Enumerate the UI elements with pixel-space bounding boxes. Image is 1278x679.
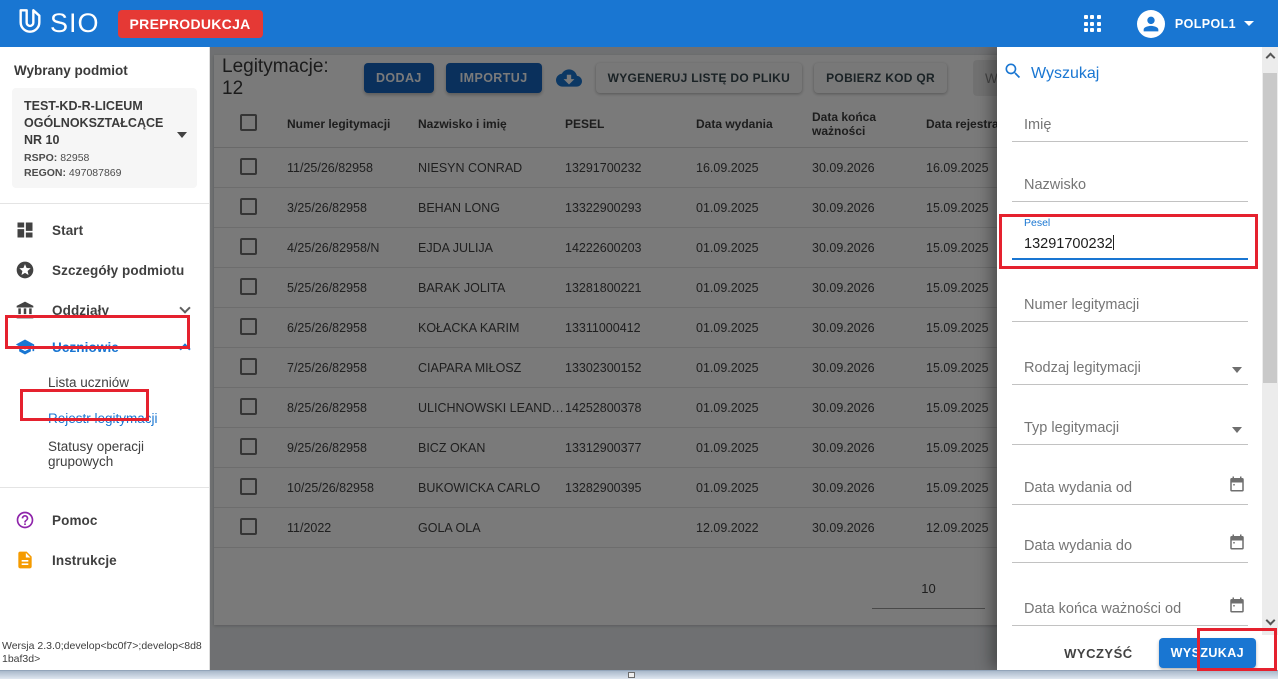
pesel-field-label: Pesel (1024, 217, 1050, 229)
document-icon (15, 550, 35, 570)
sidebar-item-oddzialy[interactable]: Oddziały (0, 290, 209, 330)
environment-badge: PREPRODUKCJA (118, 10, 263, 38)
pesel-field-value: 13291700232 (1024, 235, 1114, 252)
entity-selector[interactable]: TEST-KD-R-LICEUM OGÓLNOKSZTAŁCĄCE NR 10 … (12, 88, 197, 188)
filter-panel-title: Wyszukaj (1031, 65, 1099, 83)
user-avatar[interactable] (1137, 10, 1165, 38)
calendar-icon[interactable] (1228, 475, 1246, 498)
version-text: Wersja 2.3.0;develop<bc0f7>;develop<8d81… (2, 640, 207, 666)
user-menu-caret-icon[interactable] (1244, 21, 1254, 26)
horizontal-scrollbar-thumb[interactable] (628, 672, 635, 678)
wyczysc-button[interactable]: WYCZYŚĆ (1064, 646, 1133, 661)
help-icon (15, 510, 35, 530)
entity-caret-icon (177, 132, 187, 138)
dropdown-caret-icon (1232, 367, 1242, 373)
chevron-up-icon (179, 343, 190, 354)
data-wydania-od-field[interactable]: Data wydania od (1012, 470, 1248, 505)
bank-icon (15, 300, 35, 320)
entity-regon: REGON: 497087869 (24, 167, 171, 179)
sidebar-item-szczegoly-podmiotu[interactable]: Szczegóły podmiotu (0, 250, 209, 290)
scrollbar-thumb[interactable] (1263, 73, 1277, 383)
sidebar-item-lista-uczniow[interactable]: Lista uczniów (0, 364, 209, 400)
entity-rspo: RSPO: 82958 (24, 152, 171, 164)
data-konca-waznosci-od-field[interactable]: Data końca ważności od (1012, 591, 1248, 626)
apps-grid-icon[interactable] (1084, 15, 1101, 32)
sidebar: Wybrany podmiot TEST-KD-R-LICEUM OGÓLNOK… (0, 47, 210, 670)
pesel-field[interactable]: Pesel 13291700232 (1012, 217, 1248, 260)
data-wydania-do-field[interactable]: Data wydania do (1012, 528, 1248, 563)
sidebar-item-instrukcje[interactable]: Instrukcje (0, 540, 209, 580)
dashboard-icon (15, 220, 35, 240)
horizontal-scrollbar[interactable] (0, 670, 1278, 679)
rodzaj-legitymacji-select[interactable]: Rodzaj legitymacji (1012, 350, 1248, 385)
filter-panel: Wyszukaj Imię Nazwisko Pesel 13291700232… (997, 47, 1278, 670)
sidebar-item-rejestr-legitymacji[interactable]: Rejestr legitymacji (0, 400, 209, 436)
panel-scrollbar[interactable] (1262, 47, 1278, 635)
search-icon (1003, 61, 1023, 86)
imie-field[interactable]: Imię (1012, 107, 1248, 142)
sidebar-divider (0, 203, 209, 204)
wyszukaj-button[interactable]: WYSZUKAJ (1159, 638, 1256, 668)
calendar-icon[interactable] (1228, 596, 1246, 619)
typ-legitymacji-select[interactable]: Typ legitymacji (1012, 410, 1248, 445)
sio-logo[interactable]: SIO (14, 5, 100, 42)
nazwisko-field[interactable]: Nazwisko (1012, 167, 1248, 202)
sidebar-item-pomoc[interactable]: Pomoc (0, 500, 209, 540)
sidebar-item-statusy-operacji[interactable]: Statusy operacji grupowych (0, 436, 209, 472)
entity-name: TEST-KD-R-LICEUM OGÓLNOKSZTAŁCĄCE NR 10 (24, 98, 171, 149)
dropdown-caret-icon (1232, 427, 1242, 433)
chevron-down-icon (179, 302, 190, 313)
numer-legitymacji-field[interactable]: Numer legitymacji (1012, 287, 1248, 322)
sidebar-divider (0, 487, 209, 488)
text-cursor (1113, 235, 1114, 250)
sidebar-item-start[interactable]: Start (0, 210, 209, 250)
star-circle-icon (15, 260, 35, 280)
calendar-icon[interactable] (1228, 533, 1246, 556)
scroll-up-icon[interactable] (1262, 49, 1278, 65)
top-bar: SIO PREPRODUKCJA POLPOL1 (0, 0, 1278, 47)
selected-entity-label: Wybrany podmiot (0, 47, 209, 88)
user-name[interactable]: POLPOL1 (1175, 17, 1236, 31)
logo-text: SIO (50, 8, 100, 39)
scroll-down-icon[interactable] (1262, 617, 1278, 633)
graduation-cap-icon (15, 337, 35, 357)
sidebar-item-uczniowie[interactable]: Uczniowie (0, 330, 209, 364)
sio-logo-icon (14, 5, 46, 42)
